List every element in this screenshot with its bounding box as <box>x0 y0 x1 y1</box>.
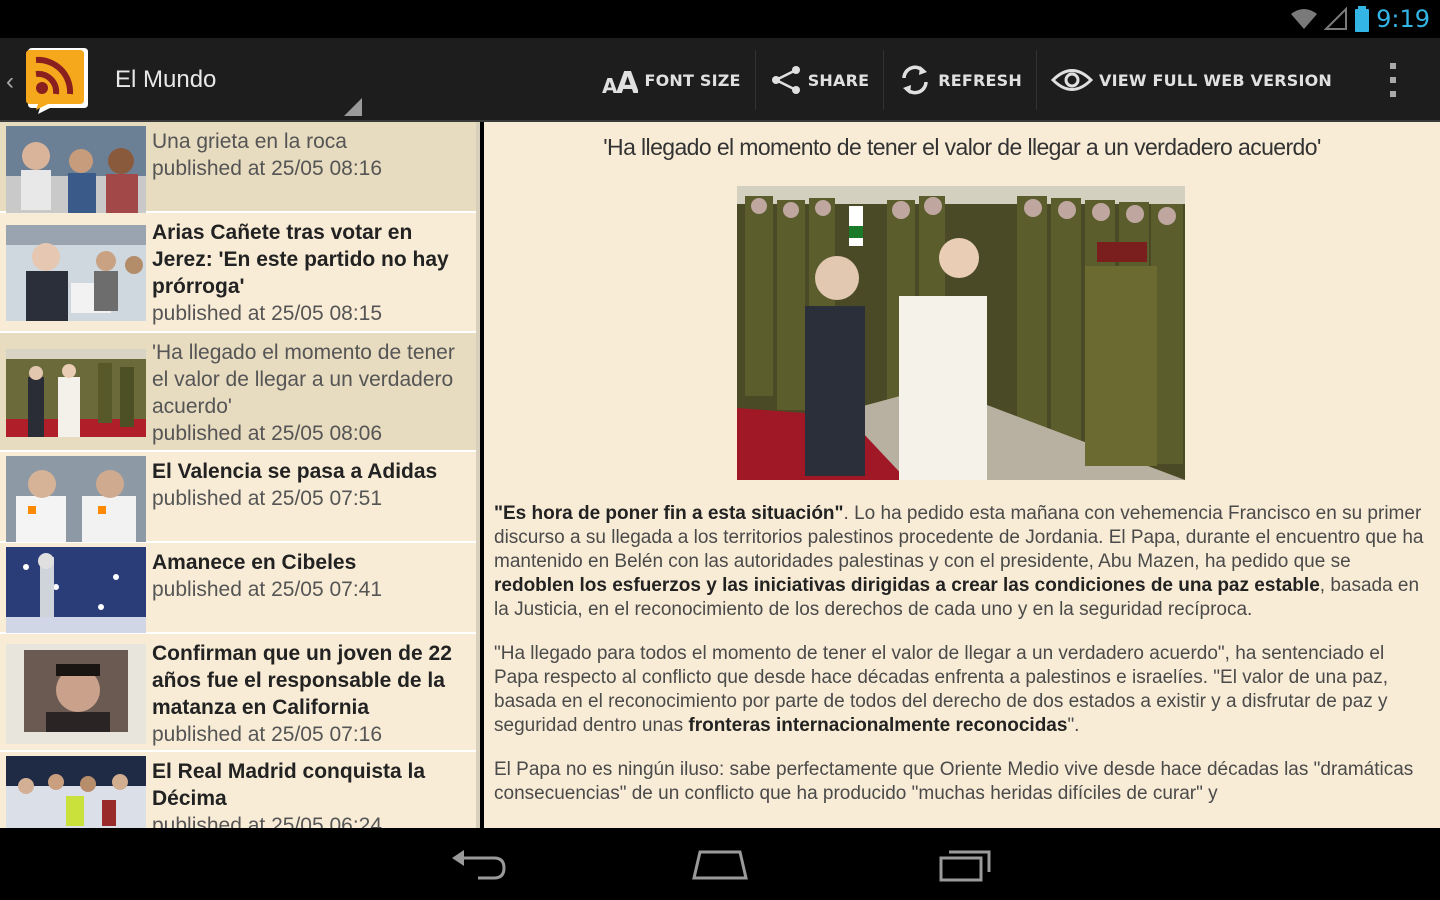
action-buttons: A A FONT SIZE SHARE REFRESH VIEW FULL WE… <box>588 38 1440 122</box>
list-item-title: Una grieta en la roca <box>152 130 347 153</box>
home-icon[interactable] <box>690 846 750 882</box>
article-paragraph: "Ha llegado para todos el momento de ten… <box>494 642 1430 738</box>
thumbnail-cibeles <box>6 547 146 633</box>
svg-text:A: A <box>616 66 638 95</box>
share-button[interactable]: SHARE <box>756 50 885 110</box>
share-icon <box>771 66 800 94</box>
app-title: El Mundo <box>115 66 217 93</box>
back-icon[interactable] <box>448 846 508 882</box>
list-item[interactable]: Confirman que un joven de 22 años fue el… <box>0 634 476 752</box>
font-size-button[interactable]: A A FONT SIZE <box>588 50 756 110</box>
list-item-title: Arias Cañete tras votar en Jerez: 'En es… <box>152 221 449 298</box>
recent-apps-icon[interactable] <box>935 846 995 882</box>
eye-icon <box>1050 69 1093 91</box>
thumbnail-vote <box>6 225 146 321</box>
emphasis-text: fronteras internacionalmente reconocidas <box>688 715 1068 736</box>
article-headline: 'Ha llegado el momento de tener el valor… <box>603 134 1321 160</box>
battery-icon <box>1355 6 1370 32</box>
list-item-text: El Valencia se pasa a Adidas published a… <box>152 452 476 541</box>
article-body: "Es hora de poner fin a esta situación".… <box>494 502 1430 826</box>
refresh-button[interactable]: REFRESH <box>884 50 1037 110</box>
up-caret-icon[interactable]: ‹ <box>6 68 14 96</box>
list-item-title: Amanece en Cibeles <box>152 551 357 574</box>
spinner-indicator[interactable] <box>344 98 362 116</box>
list-item-text: El Real Madrid conquista la Décima publi… <box>152 752 476 828</box>
view-full-web-version-button[interactable]: VIEW FULL WEB VERSION <box>1037 50 1346 110</box>
thumbnail-portrait <box>6 644 146 744</box>
status-icons: 9:19 <box>1290 4 1430 34</box>
list-item-date: published at 25/05 08:15 <box>152 302 383 325</box>
body-text: El Papa no es ningún iluso: sabe perfect… <box>494 759 1414 804</box>
clock: 9:19 <box>1376 5 1430 33</box>
navigation-bar <box>0 828 1440 900</box>
list-item-date: published at 25/05 07:16 <box>152 723 383 746</box>
list-item-title: El Valencia se pasa a Adidas <box>152 460 438 483</box>
list-item-date: published at 25/05 07:51 <box>152 487 383 510</box>
thumbnail-valencia <box>6 456 146 542</box>
thumbnail-crowd <box>6 126 146 213</box>
thumbnail-madrid <box>6 756 146 828</box>
list-item-text: Amanece en Cibeles published at 25/05 07… <box>152 543 476 632</box>
refresh-icon <box>902 65 928 95</box>
article-photo <box>737 186 1185 480</box>
signal-icon <box>1324 7 1348 30</box>
list-item[interactable]: Arias Cañete tras votar en Jerez: 'En es… <box>0 213 476 333</box>
article-list: Una grieta en la roca published at 25/05… <box>0 122 480 828</box>
status-bar: 9:19 <box>0 0 1440 38</box>
action-bar: ‹ El Mundo A A FONT SIZE SHARE REFRESH V… <box>0 38 1440 122</box>
thumbnail-pope <box>6 349 146 437</box>
emphasis-text: "Es hora de poner fin a esta situación" <box>494 503 844 524</box>
list-item[interactable]: El Valencia se pasa a Adidas published a… <box>0 452 476 543</box>
refresh-label: REFRESH <box>938 70 1022 90</box>
list-item-date: published at 25/05 07:41 <box>152 578 383 601</box>
list-item-text: 'Ha llegado el momento de tener el valor… <box>152 333 476 450</box>
view-full-label: VIEW FULL WEB VERSION <box>1098 70 1332 90</box>
rss-app-logo-icon[interactable] <box>20 46 90 114</box>
list-item[interactable]: Amanece en Cibeles published at 25/05 07… <box>0 543 476 634</box>
article-paragraph: El Papa no es ningún iluso: sabe perfect… <box>494 758 1430 806</box>
list-item-text: Arias Cañete tras votar en Jerez: 'En es… <box>152 213 476 331</box>
list-item-text: Confirman que un joven de 22 años fue el… <box>152 634 476 750</box>
body-text: ". <box>1067 715 1080 736</box>
article-paragraph: "Es hora de poner fin a esta situación".… <box>494 502 1430 622</box>
list-item-title: El Real Madrid conquista la Décima <box>152 760 426 810</box>
list-item-title: Confirman que un joven de 22 años fue el… <box>152 642 452 719</box>
list-item-title: 'Ha llegado el momento de tener el valor… <box>152 341 455 418</box>
share-label: SHARE <box>807 70 870 90</box>
wifi-icon <box>1291 9 1318 29</box>
overflow-menu-icon <box>1390 63 1396 97</box>
list-item-text: Una grieta en la roca published at 25/05… <box>152 122 476 211</box>
article-detail: 'Ha llegado el momento de tener el valor… <box>484 122 1440 828</box>
overflow-menu-button[interactable] <box>1346 50 1440 110</box>
list-item-date: published at 25/05 08:16 <box>152 157 383 180</box>
list-item[interactable]: Una grieta en la roca published at 25/05… <box>0 122 476 213</box>
list-item-date: published at 25/05 06:24 <box>152 814 383 828</box>
font-size-icon: A A <box>602 66 638 95</box>
list-item-date: published at 25/05 08:06 <box>152 422 383 445</box>
list-item[interactable]: El Real Madrid conquista la Décima publi… <box>0 752 476 828</box>
emphasis-text: redoblen los esfuerzos y las iniciativas… <box>494 575 1320 596</box>
list-item[interactable]: 'Ha llegado el momento de tener el valor… <box>0 333 476 452</box>
font-size-label: FONT SIZE <box>644 70 741 90</box>
